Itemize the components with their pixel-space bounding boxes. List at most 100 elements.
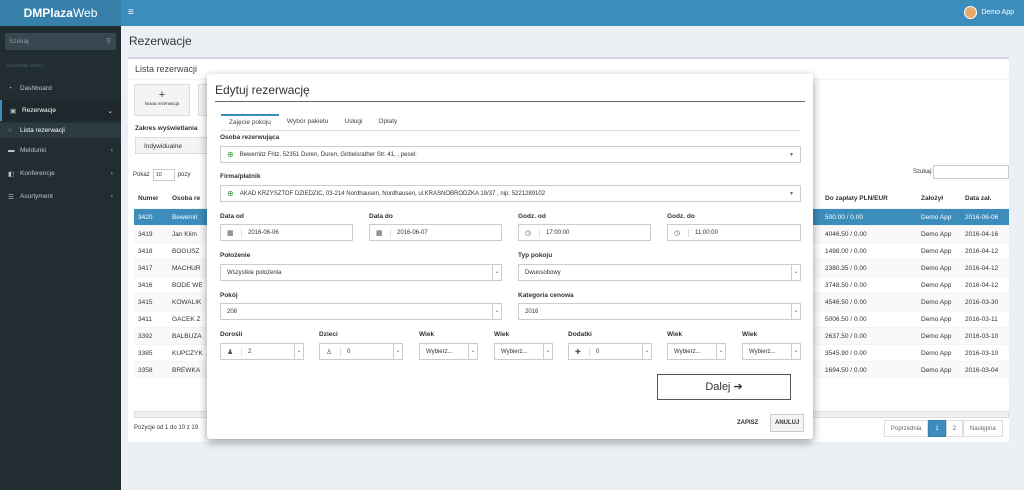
cell-zap: 5006.50 / 0.00 [825, 316, 867, 323]
wiek-label-3: Wiek [667, 331, 683, 338]
cell-osoba: Jan Klim [172, 231, 197, 238]
osoba-label: Osoba rezerwująca [220, 134, 280, 141]
clock-icon: ◷ [674, 228, 689, 237]
cell-zap: 1498.00 / 0.00 [825, 248, 867, 255]
tab-oplaty[interactable]: Opłaty [370, 114, 405, 130]
individual-button[interactable]: Indywidualne [135, 137, 215, 154]
cancel-button[interactable]: ANULUJ [770, 414, 805, 432]
chevron-down-icon: ⌄ [294, 344, 303, 359]
data-od-label: Data od [220, 213, 244, 220]
sidebar-item-lista-rezerwacji[interactable]: ○ Lista rezerwacji [0, 123, 121, 138]
prev-page-button[interactable]: Poprzednia [884, 420, 929, 437]
data-od-field[interactable]: ▦ 2016-06-06 [220, 224, 353, 241]
godz-do-label: Godz. do [667, 213, 695, 220]
plus-circle-icon: ⊕ [227, 150, 234, 159]
cell-num: 3416 [138, 282, 153, 289]
cell-zal: Demo App [921, 231, 952, 238]
user-menu[interactable]: Demo App [964, 6, 1014, 19]
page-size-control: Pokaż 10 pozy [133, 169, 190, 181]
polozenie-label: Położenie [220, 252, 251, 259]
calendar-icon: ▦ [227, 228, 242, 237]
col-do-zaplaty[interactable]: Do zapłaty PLN/EUR [825, 195, 888, 202]
dodatki-select[interactable]: ✚ 0 ⌄ [568, 343, 652, 360]
entries-info: Pozycje od 1 do 10 z 19 [134, 425, 199, 431]
dashboard-icon: ◔ [8, 85, 12, 92]
cell-zap: 1694.50 / 0.00 [825, 367, 867, 374]
cell-num: 3392 [138, 333, 153, 340]
dorosli-select[interactable]: ♟ 2 ⌄ [220, 343, 304, 360]
dodatki-label: Dodatki [568, 331, 592, 338]
cell-zap: 4046.50 / 0.00 [825, 231, 867, 238]
cell-data: 2016-03-30 [965, 299, 999, 306]
cell-osoba: GACEK Z [172, 316, 201, 323]
sidebar-item-dashboard[interactable]: ◔ Dashboard [0, 78, 121, 99]
next-page-button[interactable]: Następna [963, 420, 1003, 437]
chevron-down-icon: ⌄ [393, 344, 402, 359]
dzieci-select[interactable]: ♙ 0 ⌄ [319, 343, 403, 360]
table-search-input[interactable] [933, 165, 1009, 179]
cell-osoba: BREWKA [172, 367, 201, 374]
page-2-button[interactable]: 2 [945, 420, 964, 437]
wiek-label-2: Wiek [494, 331, 510, 338]
sidebar-item-asortyment[interactable]: ☰ Asortyment ‹ [0, 186, 121, 207]
firma-label: Firma/płatnik [220, 173, 261, 180]
cell-osoba: BODE WE [172, 282, 203, 289]
cell-data: 2016-03-11 [965, 316, 998, 323]
pokoj-select[interactable]: 208 ⌄ [220, 303, 502, 320]
search-label: Szukaj: [913, 169, 933, 175]
search-input[interactable]: Szukaj ⚲ [5, 33, 116, 50]
cell-num: 3417 [138, 265, 153, 272]
cell-zal: Demo App [921, 282, 952, 289]
chevron-left-icon: ‹ [110, 147, 113, 154]
cell-zap: 3748.50 / 0.00 [825, 282, 867, 289]
cell-osoba: BALBUZA [172, 333, 202, 340]
tab-zajecie-pokoju[interactable]: Zajęcie pokoju [221, 114, 279, 130]
save-button[interactable]: ZAPISZ [734, 417, 761, 429]
range-label: Zakres wyświetlania [135, 125, 198, 132]
cell-osoba: KUPCZYK [172, 350, 203, 357]
col-numer[interactable]: Numer [138, 195, 159, 202]
wiek-select-1[interactable]: Wybierz... ⌄ [419, 343, 478, 360]
cell-osoba: MACHUR [172, 265, 201, 272]
calendar-icon: ▦ [376, 228, 391, 237]
sidebar-item-konferencje[interactable]: ◧ Konferencje ‹ [0, 163, 121, 184]
polozenie-select[interactable]: Wszystkie położenia ⌄ [220, 264, 502, 281]
cell-zal: Demo App [921, 265, 952, 272]
list-icon: ☰ [8, 194, 14, 201]
page-1-button[interactable]: 1 [928, 420, 946, 437]
wiek-select-2[interactable]: Wybierz... ⌄ [494, 343, 553, 360]
sidebar-item-rezerwacje[interactable]: ▣ Rezerwacje ⌄ [0, 100, 121, 121]
cell-num: 3418 [138, 248, 153, 255]
firma-select[interactable]: ⊕ AKAD KRZYSZTOF DZIEDZIC, 03-214 Nordhau… [220, 185, 801, 202]
app-logo[interactable]: DMPlazaWeb [0, 0, 121, 26]
search-icon[interactable]: ⚲ [106, 37, 111, 45]
cell-data: 2016-03-10 [965, 333, 999, 340]
godz-od-field[interactable]: ◷ 17:00:00 [518, 224, 651, 241]
cell-data: 2016-03-04 [965, 367, 999, 374]
typ-pokoju-select[interactable]: Dwuosobowy ⌄ [518, 264, 801, 281]
tab-uslugi[interactable]: Usługi [336, 114, 370, 130]
col-osoba[interactable]: Osoba re [172, 195, 200, 202]
cell-zal: Demo App [921, 316, 952, 323]
chevron-left-icon: ‹ [110, 170, 113, 177]
box-title: Lista rezerwacji [135, 64, 198, 74]
wiek-select-4[interactable]: Wybierz... ⌄ [742, 343, 801, 360]
osoba-select[interactable]: ⊕ Bewernitz Fritz, 52351 Duren, Duren, Gi… [220, 146, 801, 163]
next-button[interactable]: Dalej ➔ [657, 374, 791, 400]
col-zalozyl[interactable]: Założył [921, 195, 943, 202]
col-data-zal[interactable]: Data zał. [965, 195, 991, 202]
godz-do-field[interactable]: ◷ 11:00:00 [667, 224, 801, 241]
wiek-select-3[interactable]: Wybierz... ⌄ [667, 343, 726, 360]
new-reservation-button[interactable]: + Nowa rezerwacja [134, 84, 190, 116]
chevron-down-icon: ⌄ [107, 108, 113, 115]
sidebar-item-meldunki[interactable]: ▬ Meldunki ‹ [0, 140, 121, 161]
top-navbar: DMPlazaWeb ≡ Demo App [0, 0, 1024, 26]
data-do-field[interactable]: ▦ 2016-06-07 [369, 224, 502, 241]
tab-wybor-pakietu[interactable]: Wybór pakietu [279, 114, 337, 130]
adult-icon: ♟ [227, 347, 242, 356]
menu-toggle-icon[interactable]: ≡ [128, 7, 134, 18]
kategoria-select[interactable]: 2016 ⌄ [518, 303, 801, 320]
page-size-select[interactable]: 10 [152, 169, 175, 181]
cell-zal: Demo App [921, 248, 952, 255]
godz-od-label: Godz. od [518, 213, 546, 220]
